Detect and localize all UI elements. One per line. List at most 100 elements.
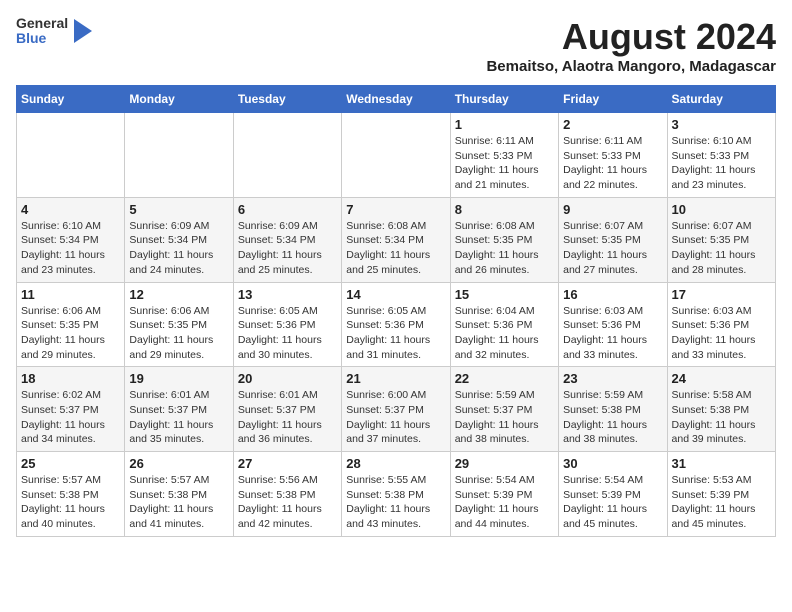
day-info: Sunrise: 6:01 AM Sunset: 5:37 PM Dayligh… <box>238 388 337 447</box>
calendar-cell: 19Sunrise: 6:01 AM Sunset: 5:37 PM Dayli… <box>125 367 233 452</box>
calendar-cell: 11 Sunrise: 6:06 AM Sunset: 5:35 PM Dayli… <box>17 282 125 367</box>
calendar-header: SundayMondayTuesdayWednesdayThursdayFrid… <box>17 86 776 113</box>
day-info: Sunrise: 6:08 AM Sunset: 5:35 PM Dayligh… <box>455 219 554 278</box>
day-info: Sunrise: 6:00 AM Sunset: 5:37 PM Dayligh… <box>346 388 445 447</box>
day-info: Sunrise: 6:06 AM Sunset: 5:35 PM Dayligh… <box>129 304 228 363</box>
calendar-cell: 5 Sunrise: 6:09 AM Sunset: 5:34 PM Daylig… <box>125 197 233 282</box>
day-info: Sunrise: 6:01 AM Sunset: 5:37 PM Dayligh… <box>129 388 228 447</box>
calendar-table: SundayMondayTuesdayWednesdayThursdayFrid… <box>16 85 776 537</box>
calendar-week-row: 18 Sunrise: 6:02 AM Sunset: 5:37 PM Dayli… <box>17 367 776 452</box>
calendar-cell: 16Sunrise: 6:03 AM Sunset: 5:36 PM Dayli… <box>559 282 667 367</box>
day-info: Sunrise: 5:59 AM Sunset: 5:38 PM Dayligh… <box>563 388 662 447</box>
day-info: Sunrise: 6:05 AM Sunset: 5:36 PM Dayligh… <box>238 304 337 363</box>
calendar-cell: 28 Sunrise: 5:55 AM Sunset: 5:38 PM Dayli… <box>342 452 450 537</box>
main-title: August 2024 <box>486 16 776 58</box>
day-number: 15 <box>455 287 554 302</box>
calendar-week-row: 4Sunrise: 6:10 AM Sunset: 5:34 PM Daylig… <box>17 197 776 282</box>
day-info: Sunrise: 5:53 AM Sunset: 5:39 PM Dayligh… <box>672 473 771 532</box>
title-section: August 2024 Bemaitso, Alaotra Mangoro, M… <box>486 16 776 75</box>
page-header: General Blue August 2024 Bemaitso, Alaot… <box>16 16 776 75</box>
day-number: 13 <box>238 287 337 302</box>
day-number: 10 <box>672 202 771 217</box>
calendar-cell: 8Sunrise: 6:08 AM Sunset: 5:35 PM Daylig… <box>450 197 558 282</box>
day-info: Sunrise: 6:11 AM Sunset: 5:33 PM Dayligh… <box>563 134 662 193</box>
day-info: Sunrise: 6:07 AM Sunset: 5:35 PM Dayligh… <box>563 219 662 278</box>
weekday-header: Wednesday <box>342 86 450 113</box>
calendar-cell: 15 Sunrise: 6:04 AM Sunset: 5:36 PM Dayli… <box>450 282 558 367</box>
day-number: 30 <box>563 456 662 471</box>
calendar-cell: 31 Sunrise: 5:53 AM Sunset: 5:39 PM Dayli… <box>667 452 775 537</box>
day-number: 11 <box>21 287 120 302</box>
calendar-cell: 2 Sunrise: 6:11 AM Sunset: 5:33 PM Daylig… <box>559 113 667 198</box>
calendar-week-row: 25 Sunrise: 5:57 AM Sunset: 5:38 PM Dayli… <box>17 452 776 537</box>
calendar-cell: 6Sunrise: 6:09 AM Sunset: 5:34 PM Daylig… <box>233 197 341 282</box>
day-info: Sunrise: 5:58 AM Sunset: 5:38 PM Dayligh… <box>672 388 771 447</box>
day-number: 4 <box>21 202 120 217</box>
day-info: Sunrise: 6:02 AM Sunset: 5:37 PM Dayligh… <box>21 388 120 447</box>
calendar-week-row: 11 Sunrise: 6:06 AM Sunset: 5:35 PM Dayli… <box>17 282 776 367</box>
calendar-cell: 25 Sunrise: 5:57 AM Sunset: 5:38 PM Dayli… <box>17 452 125 537</box>
day-number: 7 <box>346 202 445 217</box>
day-number: 18 <box>21 371 120 386</box>
day-number: 31 <box>672 456 771 471</box>
calendar-cell: 10Sunrise: 6:07 AM Sunset: 5:35 PM Dayli… <box>667 197 775 282</box>
calendar-cell: 12Sunrise: 6:06 AM Sunset: 5:35 PM Dayli… <box>125 282 233 367</box>
weekday-header: Saturday <box>667 86 775 113</box>
weekday-row: SundayMondayTuesdayWednesdayThursdayFrid… <box>17 86 776 113</box>
day-info: Sunrise: 5:54 AM Sunset: 5:39 PM Dayligh… <box>455 473 554 532</box>
calendar-cell: 23 Sunrise: 5:59 AM Sunset: 5:38 PM Dayli… <box>559 367 667 452</box>
calendar-cell: 21Sunrise: 6:00 AM Sunset: 5:37 PM Dayli… <box>342 367 450 452</box>
calendar-cell: 20 Sunrise: 6:01 AM Sunset: 5:37 PM Dayli… <box>233 367 341 452</box>
calendar-cell: 4Sunrise: 6:10 AM Sunset: 5:34 PM Daylig… <box>17 197 125 282</box>
logo-line1: General <box>16 16 68 31</box>
day-info: Sunrise: 5:54 AM Sunset: 5:39 PM Dayligh… <box>563 473 662 532</box>
calendar-cell: 17Sunrise: 6:03 AM Sunset: 5:36 PM Dayli… <box>667 282 775 367</box>
weekday-header: Friday <box>559 86 667 113</box>
day-number: 6 <box>238 202 337 217</box>
day-number: 9 <box>563 202 662 217</box>
day-number: 28 <box>346 456 445 471</box>
day-info: Sunrise: 6:05 AM Sunset: 5:36 PM Dayligh… <box>346 304 445 363</box>
day-info: Sunrise: 6:03 AM Sunset: 5:36 PM Dayligh… <box>563 304 662 363</box>
day-number: 25 <box>21 456 120 471</box>
day-number: 20 <box>238 371 337 386</box>
day-number: 5 <box>129 202 228 217</box>
day-number: 2 <box>563 117 662 132</box>
calendar-cell: 22 Sunrise: 5:59 AM Sunset: 5:37 PM Dayli… <box>450 367 558 452</box>
day-info: Sunrise: 5:56 AM Sunset: 5:38 PM Dayligh… <box>238 473 337 532</box>
day-number: 29 <box>455 456 554 471</box>
calendar-cell: 24Sunrise: 5:58 AM Sunset: 5:38 PM Dayli… <box>667 367 775 452</box>
calendar-cell <box>17 113 125 198</box>
day-info: Sunrise: 6:11 AM Sunset: 5:33 PM Dayligh… <box>455 134 554 193</box>
day-number: 23 <box>563 371 662 386</box>
logo: General Blue <box>16 16 92 47</box>
day-number: 27 <box>238 456 337 471</box>
day-number: 17 <box>672 287 771 302</box>
weekday-header: Thursday <box>450 86 558 113</box>
calendar-cell: 14 Sunrise: 6:05 AM Sunset: 5:36 PM Dayli… <box>342 282 450 367</box>
day-number: 3 <box>672 117 771 132</box>
day-info: Sunrise: 6:09 AM Sunset: 5:34 PM Dayligh… <box>129 219 228 278</box>
day-info: Sunrise: 5:55 AM Sunset: 5:38 PM Dayligh… <box>346 473 445 532</box>
calendar-cell: 7Sunrise: 6:08 AM Sunset: 5:34 PM Daylig… <box>342 197 450 282</box>
day-number: 22 <box>455 371 554 386</box>
calendar-cell: 13 Sunrise: 6:05 AM Sunset: 5:36 PM Dayli… <box>233 282 341 367</box>
day-info: Sunrise: 6:10 AM Sunset: 5:33 PM Dayligh… <box>672 134 771 193</box>
calendar-cell <box>233 113 341 198</box>
day-info: Sunrise: 6:04 AM Sunset: 5:36 PM Dayligh… <box>455 304 554 363</box>
day-info: Sunrise: 5:57 AM Sunset: 5:38 PM Dayligh… <box>129 473 228 532</box>
calendar-body: 1 Sunrise: 6:11 AM Sunset: 5:33 PM Daylig… <box>17 113 776 537</box>
day-info: Sunrise: 5:57 AM Sunset: 5:38 PM Dayligh… <box>21 473 120 532</box>
weekday-header: Tuesday <box>233 86 341 113</box>
day-info: Sunrise: 5:59 AM Sunset: 5:37 PM Dayligh… <box>455 388 554 447</box>
calendar-cell: 1 Sunrise: 6:11 AM Sunset: 5:33 PM Daylig… <box>450 113 558 198</box>
calendar-week-row: 1 Sunrise: 6:11 AM Sunset: 5:33 PM Daylig… <box>17 113 776 198</box>
calendar-cell: 18 Sunrise: 6:02 AM Sunset: 5:37 PM Dayli… <box>17 367 125 452</box>
calendar-cell: 26Sunrise: 5:57 AM Sunset: 5:38 PM Dayli… <box>125 452 233 537</box>
weekday-header: Sunday <box>17 86 125 113</box>
calendar-cell: 27 Sunrise: 5:56 AM Sunset: 5:38 PM Dayli… <box>233 452 341 537</box>
day-number: 14 <box>346 287 445 302</box>
calendar-cell <box>342 113 450 198</box>
day-info: Sunrise: 6:06 AM Sunset: 5:35 PM Dayligh… <box>21 304 120 363</box>
day-number: 1 <box>455 117 554 132</box>
